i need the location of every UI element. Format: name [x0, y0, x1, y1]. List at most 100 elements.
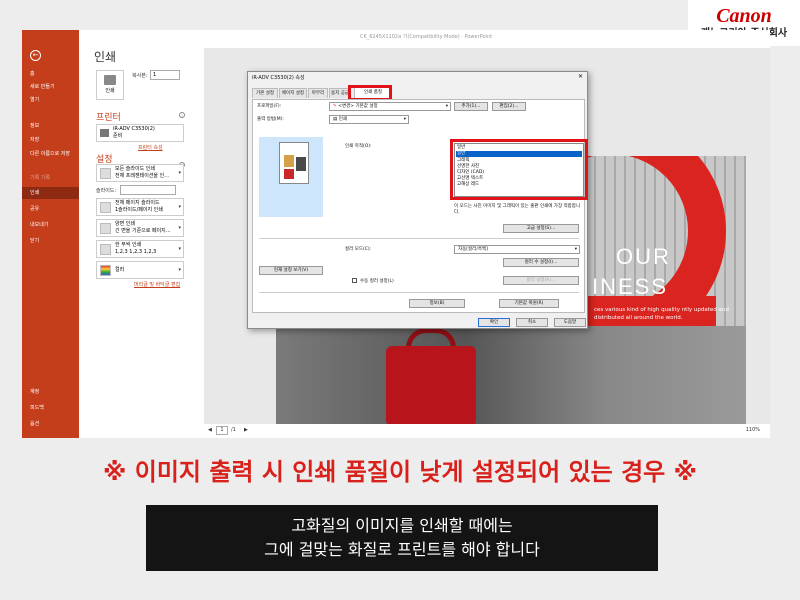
- color-mode-dropdown[interactable]: 자동[컬러/흑백] ▾: [454, 245, 580, 254]
- color-count-button[interactable]: 컬러 수 설정(I)...: [503, 258, 579, 267]
- output-value: 인쇄: [338, 117, 347, 122]
- setting-line2: 1슬라이드/페이지 인쇄: [115, 207, 163, 213]
- chevron-down-icon: ▾: [178, 267, 181, 273]
- edit-profile-button[interactable]: 편집(2)...: [492, 102, 526, 111]
- slide-body-text: ces various kind of high quality ntly up…: [594, 307, 729, 321]
- sidebar-item-save[interactable]: 저장: [22, 134, 79, 146]
- slides-icon: [100, 168, 111, 179]
- slide-heading-1: OUR: [616, 244, 671, 269]
- setting-line2: 전체 프레젠테이션을 인...: [115, 173, 169, 179]
- chevron-down-icon: ▾: [178, 170, 181, 176]
- setting-line2: 긴 면을 기준으로 페이지...: [115, 228, 171, 234]
- pages-label: 슬라이드:: [96, 188, 117, 194]
- canon-logo: Canon: [716, 5, 772, 27]
- prev-page-icon[interactable]: ◀: [208, 427, 212, 433]
- sidebar-item-home[interactable]: 홈: [22, 68, 79, 80]
- print-icon: ▤: [333, 117, 338, 122]
- printer-status: 준비: [113, 133, 123, 139]
- color-mode-value: 자동[컬러/흑백]: [458, 247, 488, 252]
- advanced-settings-button[interactable]: 고급 설정(S)...: [503, 224, 579, 233]
- slide-heading-2: INESS: [592, 274, 669, 299]
- window-title: CK_6245X1102a 기(Compatibility Mode) · Po…: [359, 34, 493, 40]
- red-bag-graphic: [386, 346, 476, 426]
- quality-help-text: 이 모드는 사진 이미지 및 그래픽이 있는 출판 인쇄에 가장 적합합니다.: [454, 204, 581, 215]
- duplex-icon: [100, 223, 111, 234]
- printer-dropdown[interactable]: iR-ADV C3530(2) 준비: [96, 124, 184, 142]
- pages-input[interactable]: [120, 185, 176, 195]
- caption-line-2: 그에 걸맞는 화질로 프린트를 해야 합니다: [264, 540, 540, 559]
- printer-icon: [100, 129, 109, 137]
- help-button[interactable]: 도움말: [554, 318, 586, 327]
- profile-value: <변경> 기본값 설정: [338, 104, 378, 109]
- profile-dropdown[interactable]: ✎ <변경> 기본값 설정 ▾: [329, 102, 451, 111]
- restore-defaults-button[interactable]: 기본값 복원(R): [499, 299, 559, 308]
- profile-label: 프로파일(F):: [257, 104, 282, 109]
- highlight-box-quality: [450, 139, 588, 200]
- setting-line1: 컬러: [115, 267, 125, 273]
- headline: ※ 이미지 출력 시 인쇄 품질이 낮게 설정되어 있는 경우 ※: [103, 458, 697, 486]
- sidebar-item-save-as[interactable]: 다른 이름으로 저장: [22, 150, 72, 166]
- zoom-level[interactable]: 110%: [746, 427, 760, 433]
- printer-icon: [104, 75, 116, 85]
- sample-image: [284, 155, 294, 167]
- output-dropdown[interactable]: ▤ 인쇄 ▾: [329, 115, 409, 124]
- color-icon: [100, 265, 111, 276]
- tab-finishing[interactable]: 마무리: [308, 88, 328, 98]
- duplex-dropdown[interactable]: 양면 인쇄 긴 면을 기준으로 페이지... ▾: [96, 219, 184, 237]
- close-icon[interactable]: ✕: [578, 73, 583, 80]
- sidebar-item-close[interactable]: 닫기: [22, 235, 79, 247]
- chevron-down-icon: ▾: [574, 247, 577, 252]
- quality-label: 인쇄 목적(O):: [345, 144, 372, 149]
- printer-properties-link[interactable]: 프린터 속성: [138, 144, 163, 151]
- print-button[interactable]: 인쇄: [96, 70, 124, 100]
- sample-image: [284, 169, 294, 179]
- info-icon[interactable]: i: [179, 112, 185, 118]
- sidebar-item-share[interactable]: 공유: [22, 203, 79, 215]
- slide-layout-icon: [100, 202, 111, 213]
- business-photo: [276, 326, 746, 426]
- sidebar-item-export[interactable]: 내보내기: [22, 219, 79, 231]
- backstage-sidebar: ← 홈 새로 만들기 열기 정보 저장 다른 이름으로 저장 기록 기록 인쇄 …: [22, 30, 79, 438]
- sidebar-item-options[interactable]: 옵션: [22, 418, 79, 430]
- sidebar-item-info[interactable]: 정보: [22, 120, 79, 132]
- next-page-icon[interactable]: ▶: [244, 427, 248, 433]
- edit-header-footer-link[interactable]: 머리글 및 바닥글 편집: [134, 281, 180, 288]
- dialog-title: iR-ADV C3530(2) 속성: [252, 75, 305, 81]
- add-profile-button[interactable]: 추가(1)...: [454, 102, 488, 111]
- sidebar-item-new[interactable]: 새로 만들기: [22, 81, 79, 93]
- sidebar-item-history[interactable]: 기록 기록: [22, 172, 79, 184]
- info-button[interactable]: 정보(B): [409, 299, 465, 308]
- manual-color-checkbox[interactable]: [352, 278, 357, 283]
- sidebar-item-account[interactable]: 계정: [22, 386, 79, 398]
- print-pane-title: 인쇄: [94, 50, 117, 64]
- page-number-input[interactable]: 1: [216, 426, 228, 435]
- printer-heading: 프린터: [96, 113, 121, 123]
- view-settings-button[interactable]: 현재 설정 보기(V): [259, 266, 323, 275]
- printer-name: iR-ADV C3530(2): [113, 126, 155, 132]
- print-button-label: 인쇄: [105, 88, 115, 94]
- caption-line-1: 고화질의 이미지를 인쇄할 때에는: [291, 516, 513, 535]
- collate-dropdown[interactable]: 한 부씩 인쇄 1,2,3 1,2,3 1,2,3 ▾: [96, 240, 184, 258]
- layout-dropdown[interactable]: 전체 페이지 슬라이드 1슬라이드/페이지 인쇄 ▾: [96, 198, 184, 216]
- setting-line1: 전체 페이지 슬라이드: [115, 200, 160, 206]
- color-mode-label: 컬러 모드(C):: [345, 247, 372, 252]
- collate-icon: [100, 244, 111, 255]
- ok-button[interactable]: 확인: [478, 318, 510, 327]
- tab-page-setup[interactable]: 페이지 설정: [279, 88, 307, 98]
- color-dropdown[interactable]: 컬러 ▾: [96, 261, 184, 279]
- print-range-dropdown[interactable]: 모든 슬라이드 인쇄 전체 프레젠테이션을 인... ▾: [96, 164, 184, 182]
- sidebar-item-open[interactable]: 열기: [22, 94, 79, 106]
- cancel-button[interactable]: 취소: [516, 318, 548, 327]
- color-settings-button[interactable]: 컬러 설정(R)...: [503, 276, 579, 285]
- manual-color-label: 수동 컬러 설정(L): [360, 279, 394, 284]
- output-label: 출력 방법(M):: [257, 117, 284, 122]
- pencil-icon: ✎: [333, 104, 337, 109]
- sidebar-item-print[interactable]: 인쇄: [22, 187, 79, 199]
- copies-input[interactable]: 1: [150, 70, 180, 80]
- divider: [259, 238, 579, 239]
- tab-basic[interactable]: 기본 설정: [252, 88, 278, 98]
- page-preview-pane: [259, 137, 323, 217]
- sidebar-item-feedback[interactable]: 피드백: [22, 402, 79, 414]
- copies-label: 복사본:: [132, 73, 148, 79]
- back-arrow-icon[interactable]: ←: [30, 50, 41, 61]
